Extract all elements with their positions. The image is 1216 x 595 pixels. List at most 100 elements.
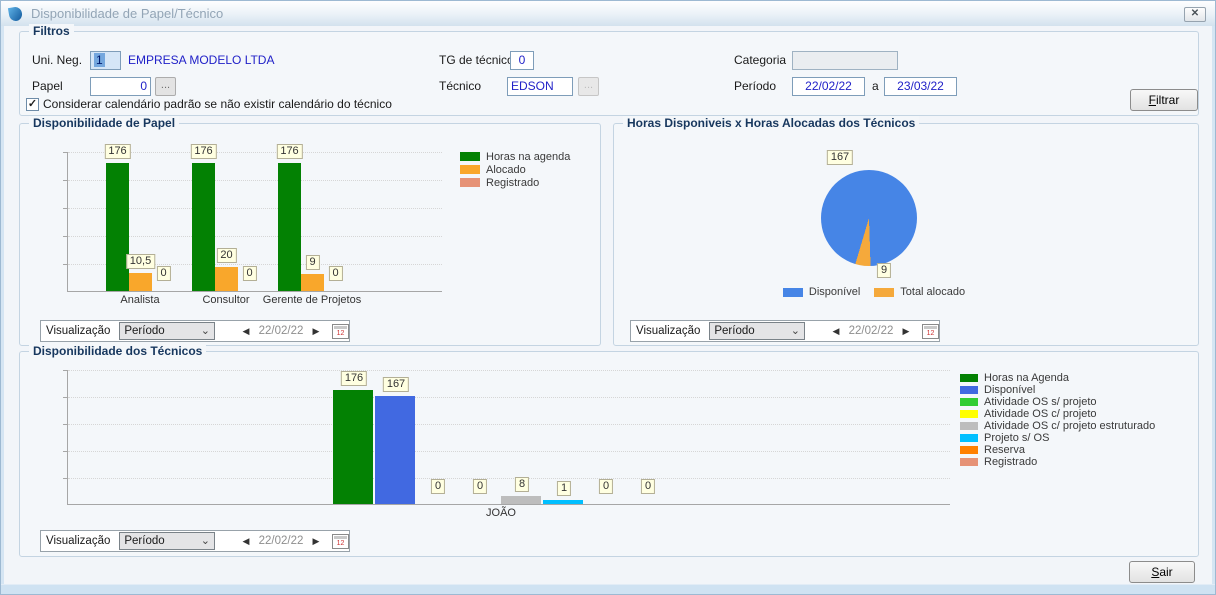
horas-pie-chart [821, 170, 917, 266]
window-title: Disponibilidade de Papel/Técnico [31, 6, 224, 21]
axis-tick [63, 370, 68, 371]
filters-group-title: Filtros [29, 24, 74, 38]
horas-period-mode-select[interactable]: Período ⌄ [709, 322, 805, 340]
legend-label: Registrado [486, 176, 540, 189]
bar-alocado [129, 273, 152, 291]
legend-item: Atividade OS c/ projeto [960, 408, 1155, 420]
legend-label: Reserva [984, 444, 1025, 456]
tecnicos-visualization-bar: Visualização Período ⌄ ◀ 22/02/22 ▶ [40, 530, 350, 552]
legend-label: Projeto s/ OS [984, 432, 1050, 444]
window-edge [1, 26, 4, 594]
legend-item: Atividade OS c/ projeto estruturado [960, 420, 1155, 432]
papel-period-mode-select[interactable]: Período ⌄ [119, 322, 215, 340]
uni-neg-input[interactable]: 1 [90, 51, 121, 70]
legend-item: Projeto s/ OS [960, 432, 1155, 444]
right-arrow-icon: ▶ [312, 535, 320, 546]
prev-date-button[interactable]: ◀ [829, 326, 843, 337]
horas-chart-title: Horas Disponiveis x Horas Alocadas dos T… [623, 116, 920, 130]
value-label: 20 [216, 248, 237, 263]
tecnico-input[interactable]: EDSON [507, 77, 573, 96]
value-label: 1 [556, 481, 572, 496]
close-button[interactable]: ✕ [1184, 7, 1206, 22]
date-display: 22/02/22 [848, 325, 894, 337]
tecnico-label: Técnico [439, 79, 482, 93]
papel-label: Papel [32, 79, 63, 93]
legend-swatch-horas-na-agenda [960, 374, 978, 382]
legend-label: Horas na Agenda [984, 372, 1070, 384]
app-drop-icon [7, 5, 24, 22]
calendar-icon[interactable] [332, 533, 349, 549]
tecnicos-chart-title: Disponibilidade dos Técnicos [29, 344, 207, 358]
ellipsis-icon: ... [583, 79, 594, 91]
tecnicos-chart-groupbox: Disponibilidade dos Técnicos 176 167 0 0 8 1 0… [19, 344, 1199, 557]
uni-neg-name: EMPRESA MODELO LTDA [128, 53, 275, 67]
legend-swatch-dispon-vel [960, 386, 978, 394]
axis-tick [63, 152, 68, 153]
legend-label: Atividade OS c/ projeto [984, 408, 1097, 420]
legend-label: Atividade OS s/ projeto [984, 396, 1097, 408]
prev-date-button[interactable]: ◀ [239, 536, 253, 547]
periodo-from-input[interactable]: 22/02/22 [792, 77, 865, 96]
bar-atividade-os-c-projeto-estruturado [501, 496, 541, 504]
legend-item: Horas na Agenda [960, 372, 1155, 384]
legend-swatch-horas-na-agenda [460, 152, 480, 161]
filtrar-button[interactable]: Filtrar [1130, 89, 1198, 111]
dialog-window: Disponibilidade de Papel/Técnico ✕ Filtr… [0, 0, 1216, 595]
default-calendar-checkbox-label: Considerar calendário padrão se não exis… [43, 97, 392, 111]
chevron-down-icon: ⌄ [790, 325, 800, 337]
calendar-icon[interactable] [332, 323, 349, 339]
check-icon: ✓ [27, 98, 38, 110]
legend-label: Alocado [486, 163, 526, 176]
prev-date-button[interactable]: ◀ [239, 326, 253, 337]
next-date-button[interactable]: ▶ [309, 536, 323, 547]
sair-button[interactable]: Sair [1129, 561, 1195, 583]
legend-swatch-alocado [460, 165, 480, 174]
periodo-to-input[interactable]: 23/03/22 [884, 77, 957, 96]
legend-item: Disponível [960, 384, 1155, 396]
period-mode-value: Período [124, 325, 165, 337]
category-label: Analista [120, 294, 160, 306]
gridline [68, 424, 950, 425]
tg-tecnicos-label: TG de técnicos [439, 53, 520, 67]
next-date-button[interactable]: ▶ [899, 326, 913, 337]
legend-swatch-reserva [960, 446, 978, 454]
default-calendar-checkbox[interactable]: ✓ [26, 98, 39, 111]
legend-label: Atividade OS c/ projeto estruturado [984, 420, 1156, 432]
value-label: 167 [826, 150, 854, 165]
period-mode-value: Período [124, 535, 165, 547]
tecnicos-period-mode-select[interactable]: Período ⌄ [119, 532, 215, 550]
legend-label: Horas na agenda [486, 150, 571, 163]
next-date-button[interactable]: ▶ [309, 326, 323, 337]
window-edge [1, 584, 1215, 594]
gridline [68, 451, 950, 452]
papel-input[interactable]: 0 [90, 77, 151, 96]
axis-tick [63, 424, 68, 425]
value-label: 0 [328, 266, 343, 281]
left-arrow-icon: ◀ [832, 325, 840, 336]
tecnico-browse-button[interactable]: ... [578, 77, 599, 96]
date-display: 22/02/22 [258, 325, 304, 337]
value-label: 176 [340, 371, 368, 386]
tg-tecnicos-input[interactable]: 0 [510, 51, 534, 70]
value-label: 0 [430, 479, 446, 494]
category-label: Gerente de Projetos [262, 294, 362, 306]
legend-label: Disponível [984, 384, 1036, 396]
value-label: 176 [276, 144, 303, 159]
categoria-label: Categoria [734, 53, 787, 67]
value-label: 167 [382, 377, 410, 392]
bar-horas-na-agenda [106, 163, 129, 291]
horas-chart-legend: Disponível Total alocado [739, 286, 1009, 298]
legend-swatch-registrado [960, 458, 978, 466]
date-navigator: ◀ 22/02/22 ▶ [829, 323, 939, 339]
papel-visualization-bar: Visualização Período ⌄ ◀ 22/02/22 ▶ [40, 320, 350, 342]
value-label: 0 [598, 479, 614, 494]
axis-tick [63, 397, 68, 398]
bar-horas-na-agenda [333, 390, 373, 504]
filtrar-button-label: Filtrar [1148, 93, 1180, 107]
period-mode-value: Período [714, 325, 755, 337]
bar-projeto-s-os [543, 500, 583, 504]
legend-swatch-projeto-s-os [960, 434, 978, 442]
calendar-icon[interactable] [922, 323, 939, 339]
value-label: 8 [514, 477, 530, 492]
papel-browse-button[interactable]: ... [155, 77, 176, 96]
